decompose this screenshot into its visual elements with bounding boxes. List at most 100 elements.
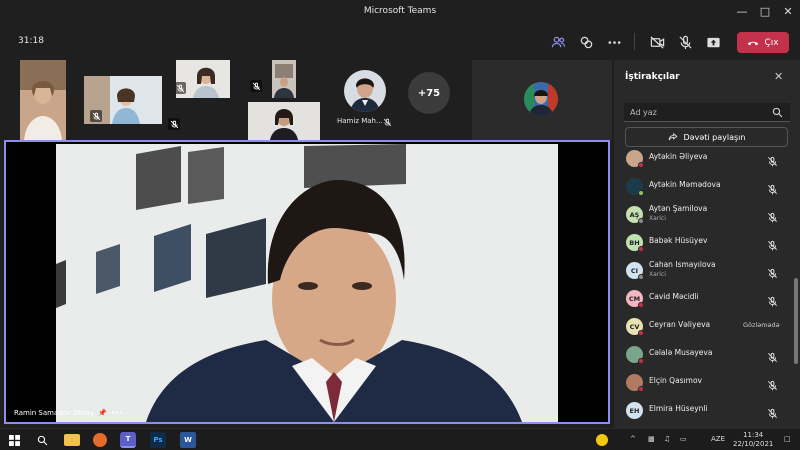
mic-off-icon — [92, 112, 100, 120]
participant-row[interactable]: CI Cahan Ismayılova Xarici — [614, 256, 794, 284]
participant-mic-muted[interactable] — [767, 348, 778, 363]
participant-video-tile[interactable] — [84, 76, 162, 124]
participant-mic-muted[interactable] — [767, 292, 778, 307]
more-icon[interactable]: ••• — [111, 409, 123, 417]
participant-mic-muted[interactable] — [767, 404, 778, 419]
participant-mic-muted[interactable] — [767, 180, 778, 195]
phone-hangup-icon — [748, 41, 759, 45]
participant-avatar[interactable] — [344, 70, 386, 112]
self-view-tile[interactable] — [472, 60, 612, 140]
search-icon[interactable] — [772, 107, 783, 118]
windows-start-icon[interactable] — [6, 432, 22, 448]
participants-button[interactable] — [547, 32, 569, 52]
search-icon — [37, 435, 47, 445]
scrollbar-thumb[interactable] — [794, 278, 798, 364]
title-bar: Microsoft Teams — □ ✕ — [0, 0, 800, 24]
participant-video-thumbnail — [20, 60, 66, 140]
muted-badge — [381, 116, 393, 128]
participant-mic-muted[interactable] — [767, 236, 778, 251]
muted-badge — [90, 110, 102, 122]
weather-icon[interactable] — [596, 434, 608, 446]
meeting-toolbar: 31:18 Çıx — [0, 24, 800, 60]
taskbar-search-icon[interactable] — [34, 432, 50, 448]
minimize-icon[interactable]: — — [730, 0, 754, 22]
participant-row[interactable]: CV Ceyran Vəliyeva Gözləmədə — [614, 312, 794, 340]
taskbar: T Ps W ^ ▩ ♫ ▭ AZE 11:34 22/10/2021 □ — [0, 428, 800, 450]
pin-icon[interactable]: 📌 — [98, 409, 107, 417]
participant-row[interactable]: CM Cavid Məcidli — [614, 284, 794, 312]
close-panel-icon[interactable]: ✕ — [774, 70, 783, 83]
participant-video-tile[interactable] — [272, 60, 296, 98]
participant-mic-muted[interactable] — [767, 208, 778, 223]
avatar-initials: CM — [628, 294, 641, 303]
participant-name: Cəlalə Musayeva — [649, 348, 713, 357]
participant-avatar: BH — [626, 234, 644, 252]
mic-off-icon — [768, 380, 777, 391]
more-actions-button[interactable] — [603, 32, 625, 52]
leave-button[interactable]: Çıx — [737, 32, 789, 53]
mic-off-icon — [768, 212, 777, 223]
share-invite-button[interactable]: Dəvəti paylaşın — [625, 127, 788, 147]
mic-off-icon — [768, 352, 777, 363]
system-clock[interactable]: 11:34 22/10/2021 — [733, 431, 773, 449]
firefox-icon[interactable] — [93, 433, 107, 447]
battery-icon[interactable]: ▭ — [680, 435, 687, 443]
share-screen-button[interactable] — [702, 32, 724, 52]
status-dot — [638, 218, 644, 224]
mic-toggle[interactable] — [674, 32, 696, 52]
participant-avatar: CI — [626, 262, 644, 280]
notifications-icon[interactable]: □ — [784, 435, 791, 443]
clock-date: 22/10/2021 — [733, 440, 774, 448]
maximize-icon[interactable]: □ — [753, 0, 777, 22]
main-video-stage[interactable]: Ramin Samadov Oktay 📌 ••• — [4, 140, 610, 424]
participant-row[interactable]: AŞ Aytən Şamilova Xarici — [614, 200, 794, 228]
participant-row[interactable]: Aytəkin Əliyeva — [614, 148, 794, 172]
share-invite-label: Dəvəti paylaşın — [683, 132, 746, 142]
mic-off-icon — [768, 408, 777, 419]
breakout-rooms-icon — [580, 36, 592, 48]
participant-row[interactable]: Cəlalə Musayeva — [614, 340, 794, 368]
participant-avatar: CM — [626, 290, 644, 308]
participant-mic-muted[interactable] — [767, 264, 778, 279]
people-icon — [551, 36, 565, 47]
participant-video-tile[interactable] — [176, 60, 230, 98]
avatar-initials: AŞ — [629, 210, 640, 219]
file-explorer-icon[interactable] — [64, 434, 80, 446]
close-icon[interactable]: ✕ — [776, 0, 800, 22]
participant-tile-name: Hamiz Mah... — [337, 117, 383, 125]
participant-mic-muted[interactable] — [767, 376, 778, 391]
status-dot — [638, 274, 644, 280]
participant-video-tile[interactable] — [248, 102, 320, 140]
participant-video-thumbnail — [248, 102, 320, 140]
share-icon — [668, 132, 678, 141]
photoshop-icon[interactable]: Ps — [150, 432, 166, 448]
participant-row[interactable]: Aytəkin Məmədova — [614, 172, 794, 200]
input-language[interactable]: AZE — [711, 435, 725, 443]
participant-list-scrollbar[interactable] — [794, 148, 798, 428]
word-icon[interactable]: W — [180, 432, 196, 448]
rooms-button[interactable] — [575, 32, 597, 52]
participant-mic-muted[interactable] — [767, 152, 778, 167]
participant-row[interactable]: EH Elmira Hüseynli — [614, 396, 794, 424]
more-participants-badge[interactable]: +75 — [408, 72, 450, 114]
participant-video-tile[interactable] — [20, 60, 66, 140]
teams-taskbar-icon[interactable]: T — [120, 432, 136, 448]
network-icon[interactable]: ▩ — [648, 435, 655, 443]
participant-avatar: AŞ — [626, 206, 644, 224]
toolbar-divider — [634, 33, 635, 50]
camera-toggle[interactable] — [646, 32, 668, 52]
participant-row[interactable]: BH Babək Hüsüyev — [614, 228, 794, 256]
mic-off-icon — [768, 296, 777, 307]
volume-icon[interactable]: ♫ — [664, 435, 670, 443]
mic-off-icon — [170, 120, 178, 128]
participant-search-input[interactable] — [624, 103, 790, 122]
mic-off-icon — [678, 35, 692, 49]
participant-avatar — [626, 346, 644, 364]
status-dot — [638, 386, 644, 392]
speaker-video — [56, 144, 558, 422]
show-hidden-icons[interactable]: ^ — [630, 435, 636, 443]
participant-avatar — [626, 150, 644, 168]
status-dot — [638, 190, 644, 196]
participant-name: Cavid Məcidli — [649, 292, 699, 301]
participant-row[interactable]: Elçin Qasımov — [614, 368, 794, 396]
